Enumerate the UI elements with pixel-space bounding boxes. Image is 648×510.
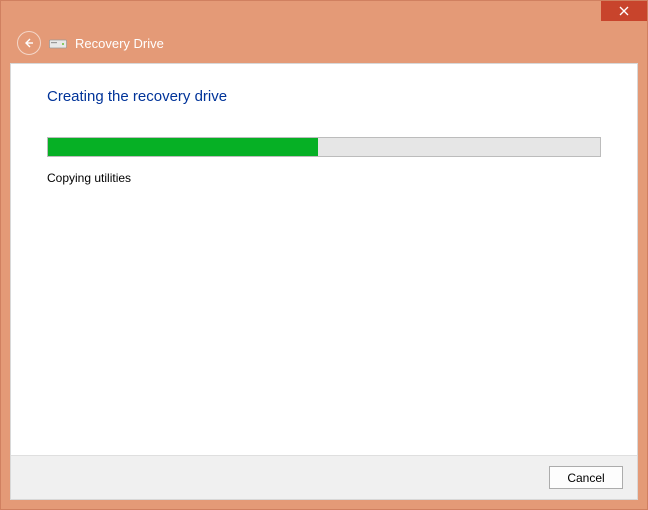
titlebar xyxy=(1,1,647,23)
window-title: Recovery Drive xyxy=(75,36,164,51)
window-frame: Recovery Drive Creating the recovery dri… xyxy=(0,0,648,510)
content-area: Creating the recovery drive Copying util… xyxy=(10,63,638,500)
back-button[interactable] xyxy=(17,31,41,55)
close-button[interactable] xyxy=(601,1,647,21)
arrow-left-icon xyxy=(23,37,35,49)
status-text: Copying utilities xyxy=(47,171,601,185)
content-inner: Creating the recovery drive Copying util… xyxy=(11,64,637,209)
progress-bar xyxy=(47,137,601,157)
progress-fill xyxy=(48,138,318,156)
footer: Cancel xyxy=(11,455,637,499)
drive-icon xyxy=(49,36,67,50)
close-icon xyxy=(619,6,629,16)
cancel-button[interactable]: Cancel xyxy=(549,466,623,489)
header: Recovery Drive xyxy=(1,23,647,63)
page-title: Creating the recovery drive xyxy=(47,88,601,105)
